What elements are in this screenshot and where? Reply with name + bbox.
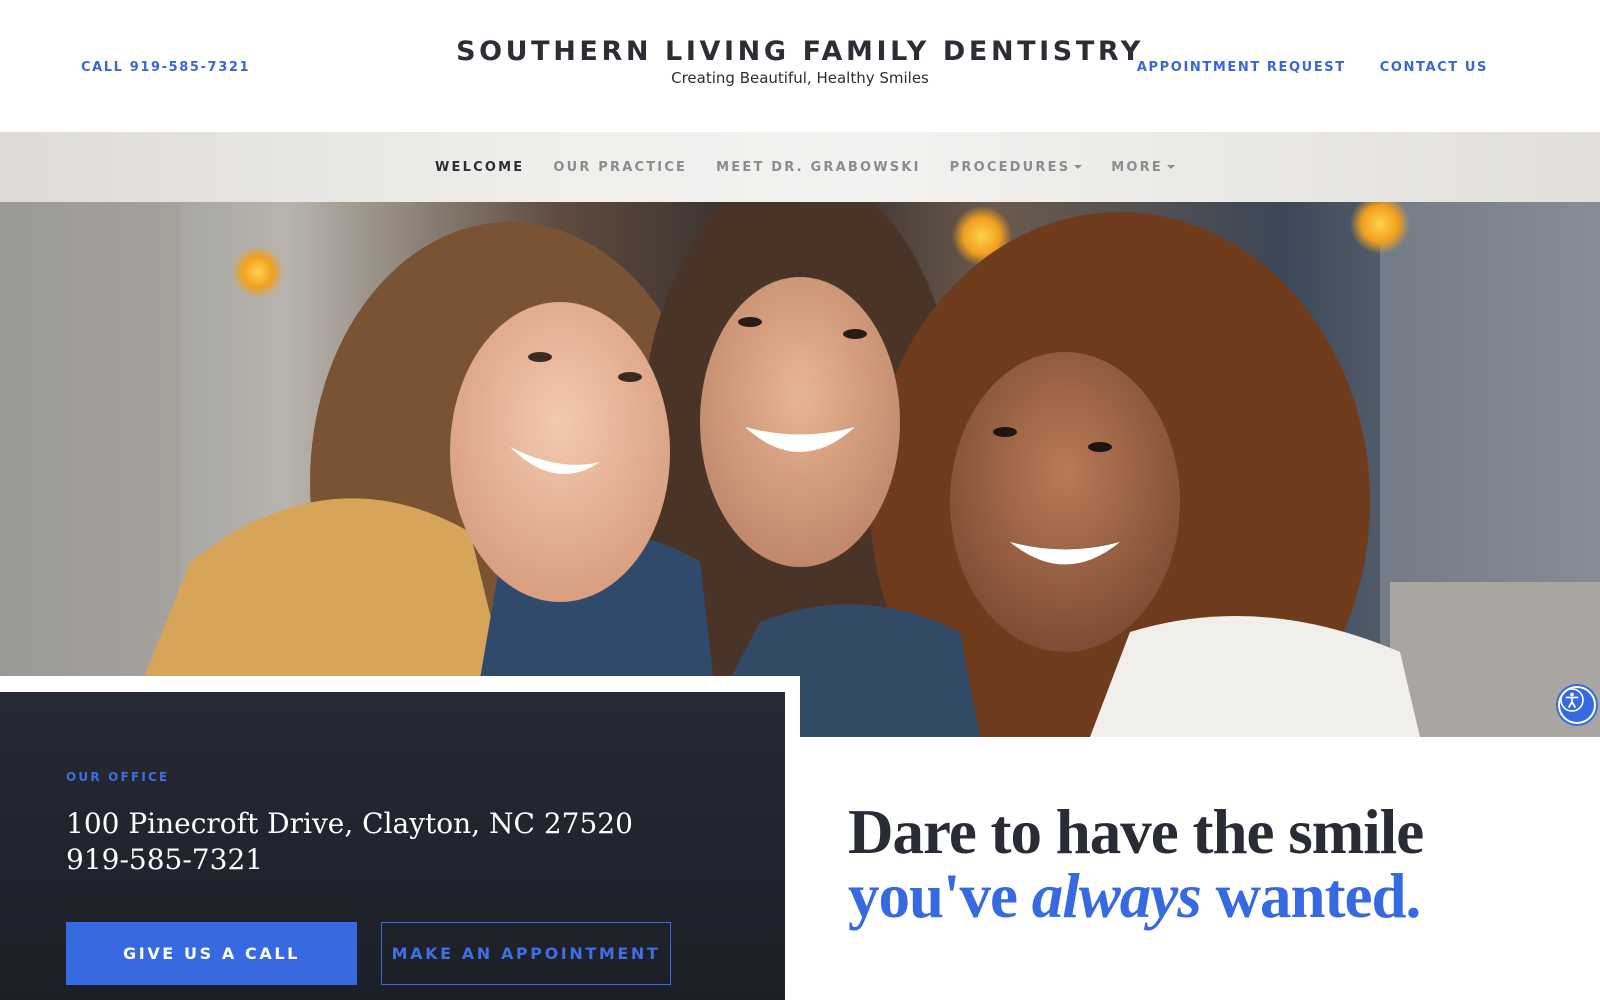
accessibility-icon — [1560, 688, 1584, 712]
make-an-appointment-button[interactable]: MAKE AN APPOINTMENT — [381, 922, 671, 985]
hero-photo-illustration — [0, 202, 1600, 737]
headline-line-2: you've always wanted. — [848, 864, 1568, 928]
nav-item-label: MEET DR. GRABOWSKI — [716, 159, 921, 175]
office-label: OUR OFFICE — [66, 770, 170, 784]
office-phone[interactable]: 919-585-7321 — [66, 842, 263, 878]
brand[interactable]: SOUTHERN LIVING FAMILY DENTISTRY Creatin… — [400, 36, 1200, 87]
accessibility-button[interactable] — [1558, 686, 1596, 724]
nav-item-meet-dr-grabowski[interactable]: MEET DR. GRABOWSKI — [716, 160, 921, 175]
caret-down-icon — [1074, 165, 1083, 169]
hero-headline: Dare to have the smile you've always wan… — [848, 800, 1568, 928]
site-title: SOUTHERN LIVING FAMILY DENTISTRY — [456, 36, 1144, 67]
headline-line-1: Dare to have the smile — [848, 797, 1424, 867]
nav-item-our-practice[interactable]: OUR PRACTICE — [553, 160, 687, 175]
nav-item-procedures[interactable]: PROCEDURES — [950, 160, 1083, 175]
main-nav: WELCOME OUR PRACTICE MEET DR. GRABOWSKI … — [0, 132, 1600, 202]
site-tagline: Creating Beautiful, Healthy Smiles — [671, 69, 929, 87]
contact-us-link[interactable]: CONTACT US — [1380, 60, 1488, 75]
hero-image — [0, 202, 1600, 737]
nav-item-welcome[interactable]: WELCOME — [435, 160, 524, 175]
call-link[interactable]: CALL 919-585-7321 — [81, 60, 250, 75]
nav-item-label: OUR PRACTICE — [553, 159, 688, 175]
nav-item-label: WELCOME — [435, 159, 525, 175]
nav-item-label: MORE — [1111, 159, 1163, 175]
header-links: APPOINTMENT REQUEST CONTACT US — [1137, 60, 1488, 75]
give-us-a-call-button[interactable]: GIVE US A CALL — [66, 922, 357, 985]
headline-text: wanted. — [1200, 861, 1422, 931]
headline-emphasis: always — [1031, 861, 1202, 931]
nav-item-label: PROCEDURES — [949, 159, 1071, 175]
caret-down-icon — [1166, 165, 1175, 169]
appointment-request-link[interactable]: APPOINTMENT REQUEST — [1137, 60, 1346, 75]
office-address: 100 Pinecroft Drive, Clayton, NC 27520 — [66, 807, 633, 840]
headline-text: you've — [848, 861, 1032, 931]
site-header: CALL 919-585-7321 SOUTHERN LIVING FAMILY… — [0, 0, 1600, 132]
nav-item-more[interactable]: MORE — [1111, 160, 1175, 175]
